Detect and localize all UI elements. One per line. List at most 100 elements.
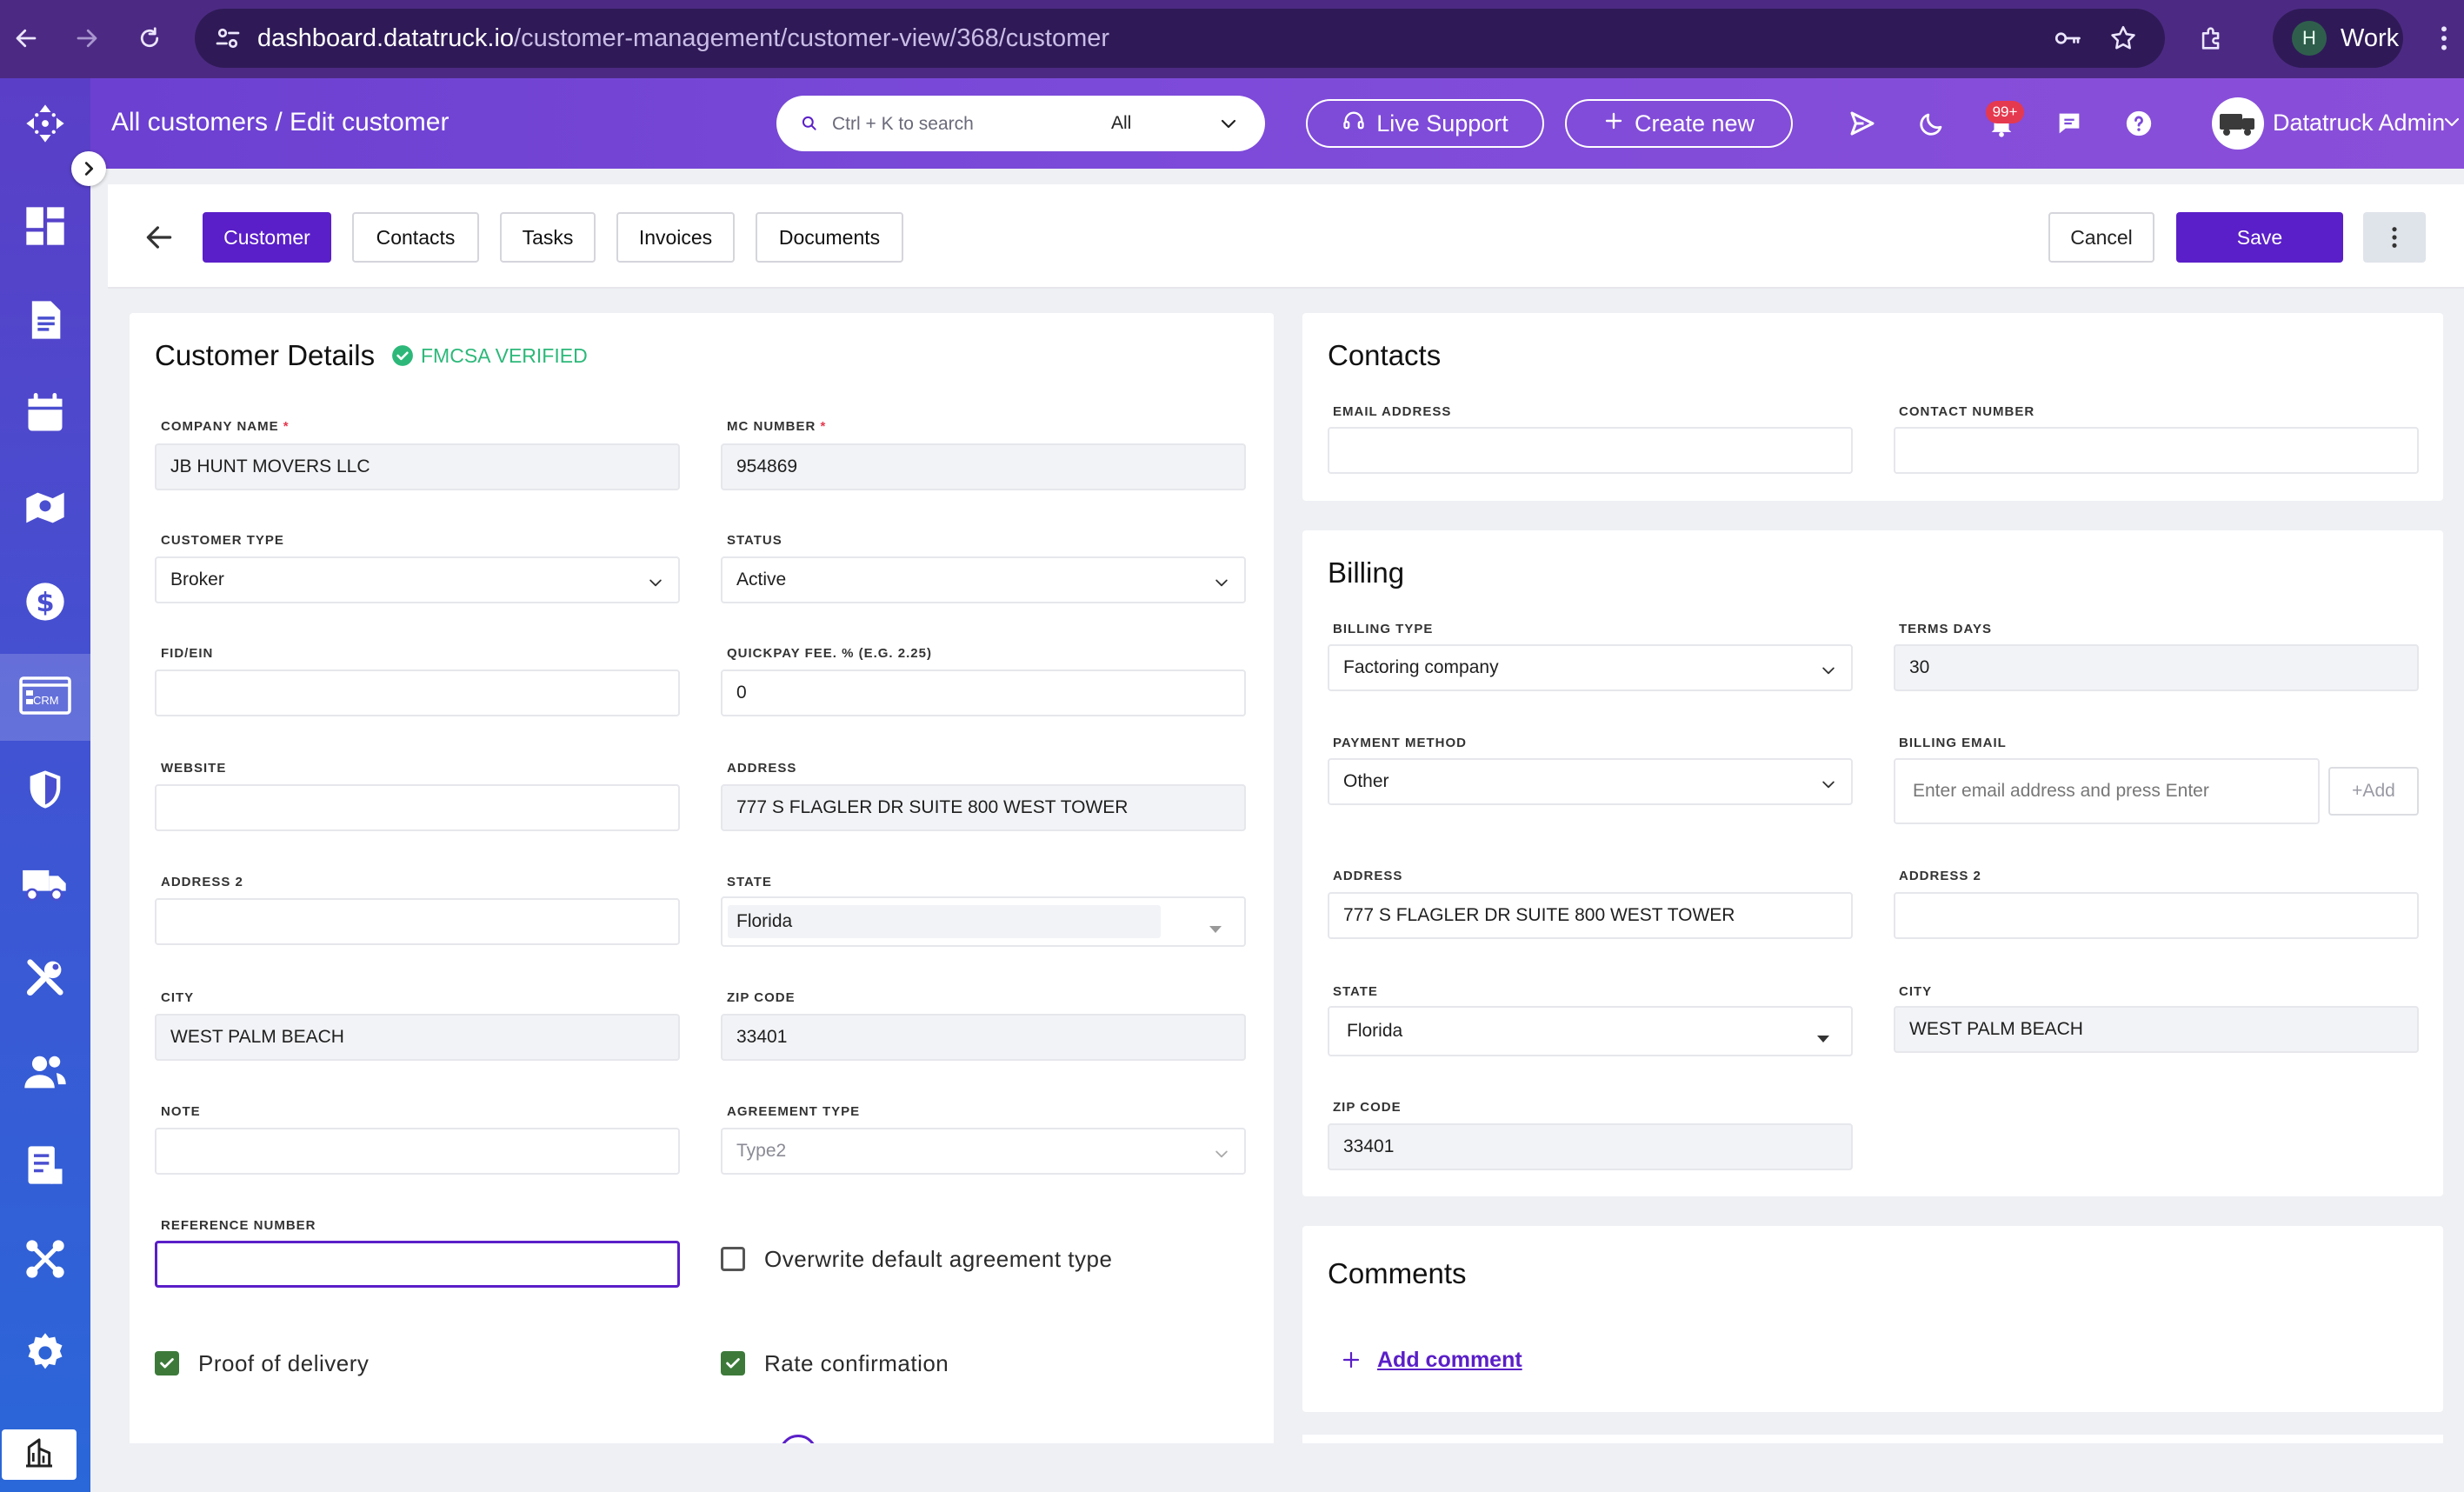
crm-label: CRM	[33, 694, 59, 707]
sidebar-item-safety[interactable]	[0, 748, 90, 835]
terms-days-input[interactable]: 30	[1894, 644, 2419, 691]
sidebar-item-company[interactable]	[2, 1429, 77, 1480]
map-pin-icon	[23, 485, 68, 535]
billing-state-select[interactable]: Florida	[1328, 1006, 1853, 1056]
global-search[interactable]: Ctrl + K to search All	[776, 96, 1265, 151]
note-label: NOTE	[161, 1104, 201, 1119]
city-input[interactable]: WEST PALM BEACH	[155, 1014, 680, 1061]
billing-type-select[interactable]: Factoring company	[1328, 644, 1853, 691]
customer-type-select[interactable]: Broker	[155, 556, 680, 603]
chevron-down-icon[interactable]	[1218, 113, 1239, 138]
billing-city-input[interactable]: WEST PALM BEACH	[1894, 1006, 2419, 1053]
mc-number-input[interactable]: 954869	[721, 443, 1246, 490]
billing-address-2-input[interactable]	[1894, 892, 2419, 939]
zip-code-label: ZIP CODE	[727, 990, 796, 1005]
contacts-title: Contacts	[1328, 339, 1442, 371]
sidebar-item-integrations[interactable]	[0, 1217, 90, 1304]
sidebar-item-reports[interactable]	[0, 1123, 90, 1210]
report-icon	[23, 1142, 68, 1192]
agreement-type-label: AGREEMENT TYPE	[727, 1104, 861, 1119]
quickpay-fee-input[interactable]: 0	[721, 669, 1246, 716]
extensions-puzzle-icon[interactable]	[2193, 19, 2231, 57]
app-logo-icon[interactable]	[0, 80, 90, 167]
forward-arrow-icon[interactable]	[66, 17, 108, 59]
customer-details-title: Customer Details	[155, 339, 376, 371]
mc-number-label: MC NUMBER *	[727, 419, 827, 434]
payment-method-select[interactable]: Other	[1328, 758, 1853, 805]
zip-code-input[interactable]: 33401	[721, 1014, 1246, 1061]
sidebar-item-maintenance[interactable]	[0, 936, 90, 1022]
browser-menu-icon[interactable]	[2431, 19, 2457, 57]
billing-title: Billing	[1328, 556, 1405, 589]
create-new-button[interactable]: Create new	[1565, 99, 1793, 148]
contact-number-input[interactable]	[1894, 427, 2419, 474]
sidebar-item-map[interactable]	[0, 466, 90, 553]
note-input[interactable]	[155, 1128, 680, 1175]
live-support-label: Live Support	[1376, 110, 1508, 137]
sidebar-collapse-toggle[interactable]	[71, 151, 106, 186]
tab-invoices[interactable]: Invoices	[616, 212, 735, 263]
tab-documents[interactable]: Documents	[756, 212, 903, 263]
company-name-input[interactable]: JB HUNT MOVERS LLC	[155, 443, 680, 490]
back-arrow-icon[interactable]	[143, 221, 176, 258]
search-scope-select[interactable]: All	[1111, 113, 1131, 134]
fmcsa-verified-badge: FMCSA VERIFIED	[421, 344, 588, 367]
sidebar-item-settings[interactable]	[0, 1311, 90, 1398]
rate-confirmation-checkbox[interactable]	[721, 1351, 745, 1375]
reload-icon[interactable]	[129, 17, 170, 59]
tab-customer[interactable]: Customer	[203, 212, 331, 263]
customer-type-value: Broker	[170, 569, 224, 589]
svg-text:$: $	[36, 587, 54, 617]
company-name-label: COMPANY NAME *	[161, 419, 290, 434]
billing-city-label: CITY	[1899, 984, 1933, 999]
state-select[interactable]: Florida	[721, 896, 1246, 947]
tab-tasks[interactable]: Tasks	[500, 212, 596, 263]
send-icon[interactable]	[1841, 103, 1883, 144]
billing-address-2-label: ADDRESS 2	[1899, 869, 1981, 883]
website-input[interactable]	[155, 784, 680, 831]
password-key-icon[interactable]	[2048, 19, 2087, 57]
chat-message-icon[interactable]	[2048, 103, 2090, 144]
address-2-input[interactable]	[155, 898, 680, 945]
address-bar[interactable]: dashboard.datatruck.io/customer-manageme…	[195, 9, 2165, 68]
url-path: /customer-management/customer-view/368/c…	[514, 23, 1110, 52]
billing-address-input[interactable]: 777 S FLAGLER DR SUITE 800 WEST TOWER	[1328, 892, 1853, 939]
sidebar-item-dashboard[interactable]	[0, 184, 90, 271]
sidebar-item-trucks[interactable]	[0, 842, 90, 929]
browser-profile-chip[interactable]: H Work	[2273, 9, 2403, 68]
address-input[interactable]: 777 S FLAGLER DR SUITE 800 WEST TOWER	[721, 784, 1246, 831]
bookmark-star-icon[interactable]	[2104, 19, 2142, 57]
status-select[interactable]: Active	[721, 556, 1246, 603]
fid-ein-input[interactable]	[155, 669, 680, 716]
cancel-button[interactable]: Cancel	[2048, 212, 2154, 263]
overwrite-agreement-checkbox[interactable]	[721, 1247, 745, 1271]
chevron-down-icon[interactable]	[2441, 111, 2462, 137]
billing-zip-input[interactable]: 33401	[1328, 1123, 1853, 1170]
proof-of-delivery-checkbox[interactable]	[155, 1351, 179, 1375]
billing-email-input[interactable]: Enter email address and press Enter	[1894, 758, 2320, 824]
tab-contacts[interactable]: Contacts	[352, 212, 479, 263]
save-button[interactable]: Save	[2176, 212, 2343, 263]
live-support-button[interactable]: Live Support	[1306, 99, 1544, 148]
sidebar-item-billing[interactable]: $	[0, 560, 90, 647]
plus-icon[interactable]	[1341, 1349, 1362, 1375]
site-info-icon[interactable]	[212, 23, 243, 54]
plus-icon	[1603, 110, 1624, 137]
overwrite-agreement-label: Overwrite default agreement type	[764, 1246, 1113, 1272]
user-name[interactable]: Datatruck Admin	[2273, 110, 2445, 137]
back-arrow-icon[interactable]	[5, 17, 47, 59]
more-options-icon[interactable]	[2363, 212, 2426, 263]
sidebar-item-users[interactable]	[0, 1029, 90, 1116]
reference-number-input[interactable]	[155, 1241, 680, 1288]
add-comment-link[interactable]: Add comment	[1377, 1348, 1522, 1373]
help-question-icon[interactable]	[2118, 103, 2160, 144]
url-host: dashboard.datatruck.io	[257, 23, 515, 52]
sidebar-item-calendar[interactable]	[0, 372, 90, 459]
address-label: ADDRESS	[727, 761, 797, 776]
add-billing-email-button[interactable]: +Add	[2328, 767, 2419, 816]
user-avatar[interactable]	[2212, 97, 2264, 150]
contact-email-input[interactable]	[1328, 427, 1853, 474]
dark-mode-moon-icon[interactable]	[1911, 103, 1953, 144]
agreement-type-select[interactable]: Type2	[721, 1128, 1246, 1175]
sidebar-item-documents[interactable]	[0, 278, 90, 365]
